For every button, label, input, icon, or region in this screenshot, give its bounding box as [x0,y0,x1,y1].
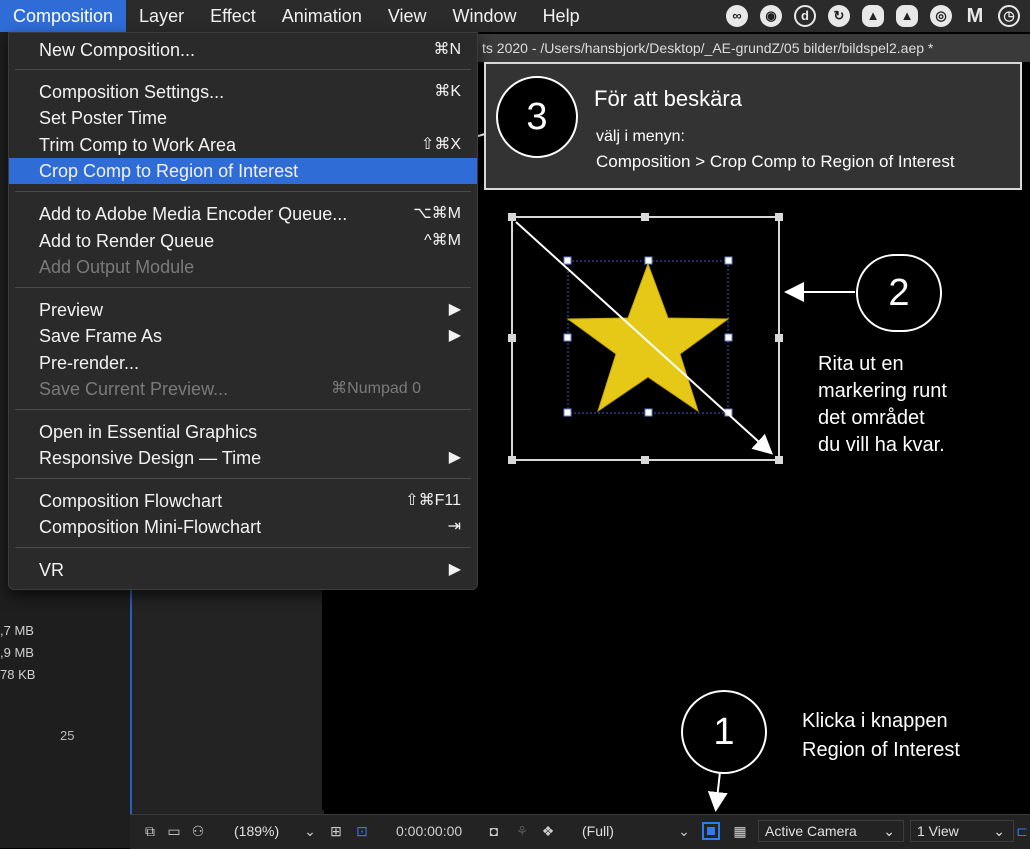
callout2-line: du vill ha kvar. [818,434,945,456]
menu-separator [15,547,471,548]
callout1-arrow [707,771,728,812]
callout1-line: Region of Interest [802,739,960,761]
menu-item-open-essential-graphics[interactable]: Open in Essential Graphics [9,419,477,445]
timecode[interactable]: 0:00:00:00 [396,823,462,839]
color-channels-icon[interactable]: ❖ [540,823,556,839]
callout3-line1: välj i menyn: [596,128,685,145]
step-2-circle: 2 [856,254,942,332]
menu-item-crop-comp-roi[interactable]: Crop Comp to Region of Interest [9,158,477,184]
composition-menu: New Composition... ⌘N Composition Setting… [8,32,478,590]
menu-separator [15,287,471,288]
menu-item-composition-mini-flowchart[interactable]: Composition Mini-Flowchart ⇥ [9,514,477,540]
menu-item-preview[interactable]: Preview ▶ [9,297,477,323]
chevron-down-icon: ⌄ [993,823,1005,839]
menu-item-save-current-preview: Save Current Preview... ⌘Numpad 0 [39,379,421,399]
camera-icon[interactable]: ◘ [486,823,502,839]
camera-dropdown[interactable]: Active Camera ⌄ [758,820,904,842]
menu-item-save-frame-as[interactable]: Save Frame As ▶ [9,323,477,349]
menu-item-add-render-queue[interactable]: Add to Render Queue ^⌘M [9,228,477,254]
callout2-line: markering runt [818,380,947,402]
callout3-title: För att beskära [594,86,742,111]
menu-separator [15,191,471,192]
menu-item-responsive-design[interactable]: Responsive Design — Time ▶ [9,445,477,471]
zoom-level[interactable]: (189%) [234,823,279,839]
menu-item-add-media-encoder[interactable]: Add to Adobe Media Encoder Queue... ⌥⌘M [9,201,477,227]
menu-item-add-output-module: Add Output Module [39,257,195,277]
menu-item-composition-settings[interactable]: Composition Settings... ⌘K [9,79,477,105]
chevron-down-icon[interactable]: ⌄ [676,823,692,839]
menu-item-trim-comp[interactable]: Trim Comp to Work Area ⇧⌘X [9,132,477,158]
views-dropdown[interactable]: 1 View ⌄ [910,820,1014,842]
menu-separator [15,69,471,70]
grid-icon[interactable]: ⊞ [328,823,344,839]
callout2-text: Rita ut en markering runt det området du… [818,351,947,459]
chevron-down-icon: ⌄ [883,823,895,839]
star-shape[interactable] [566,262,730,413]
menu-item-composition-flowchart[interactable]: Composition Flowchart ⇧⌘F11 [9,488,477,514]
always-preview-icon[interactable]: ⧉ [142,823,158,839]
callout2-line: det området [818,407,925,429]
step-1-circle: 1 [681,690,767,774]
callout1-text: Klicka i knappen Region of Interest [802,707,960,765]
menu-item-vr[interactable]: VR ▶ [9,557,477,583]
chevron-down-icon[interactable]: ⌄ [302,823,318,839]
monitor-icon[interactable]: ▭ [166,823,182,839]
callout2-line: Rita ut en [818,353,904,375]
callout3-line2: Composition > Crop Comp to Region of Int… [596,152,955,171]
resolution-dropdown[interactable]: (Full) [582,823,614,839]
mask-visibility-icon[interactable]: ⚇ [190,823,206,839]
callout1-line: Klicka i knappen [802,710,948,732]
toggle-pixel-aspect-icon[interactable]: ⊏ [1014,823,1030,839]
menu-separator [15,478,471,479]
menu-separator [15,409,471,410]
region-of-interest-button[interactable] [702,822,720,840]
menu-item-pre-render[interactable]: Pre-render... [9,350,477,376]
viewer-toolbar: ⧉ ▭ ⚇ (189%) ⌄ ⊞ ⊡ 0:00:00:00 ◘ ⚘ ❖ (Ful… [130,814,1030,849]
show-snapshot-icon[interactable]: ⚘ [514,823,530,839]
transparency-grid-icon[interactable]: ⊡ [354,823,370,839]
menu-item-set-poster-time[interactable]: Set Poster Time [9,105,477,131]
checkerboard-icon[interactable]: ▦ [732,823,748,839]
step-3-circle: 3 [496,76,578,158]
menu-item-new-composition[interactable]: New Composition... ⌘N [9,37,477,63]
